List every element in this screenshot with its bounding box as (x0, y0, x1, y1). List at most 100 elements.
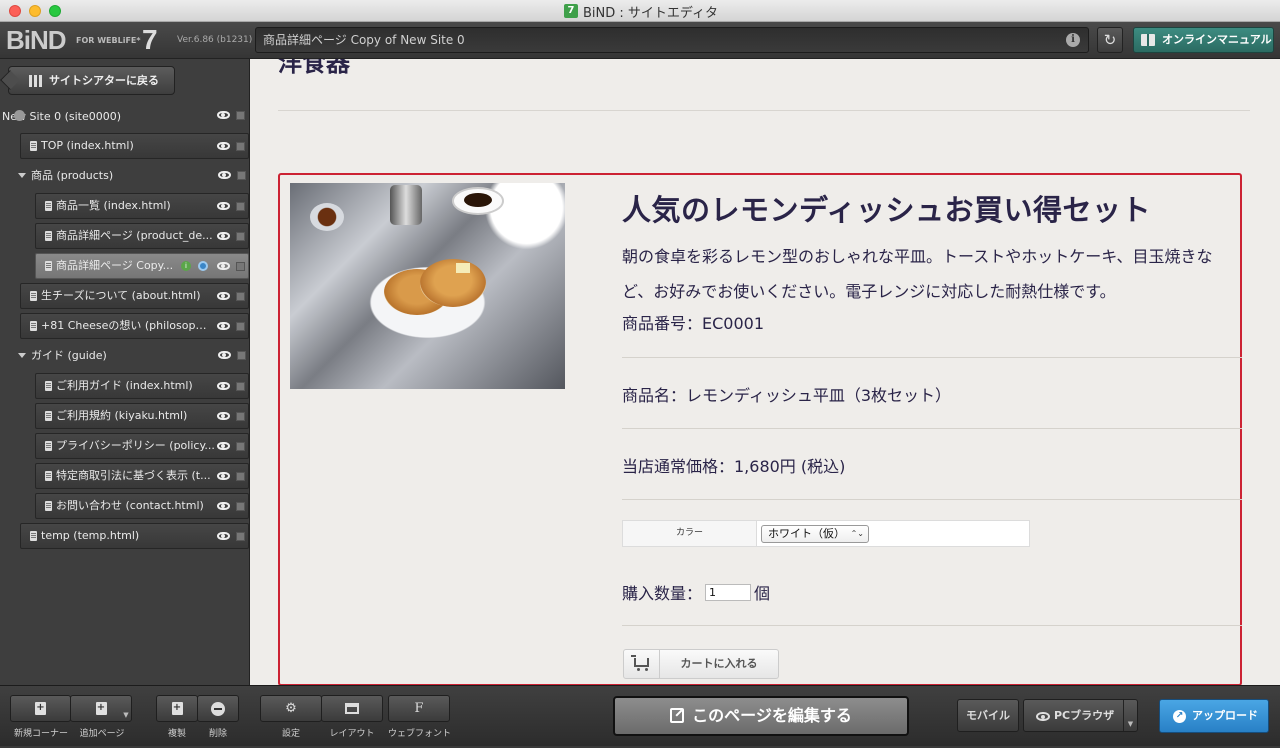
page-preview: 洋食器 人気のレモンディッシュお買い得セット 朝の食卓を彩るレモン型のおしゃれな… (250, 59, 1280, 685)
folder-expand-triangle-icon[interactable] (18, 173, 26, 178)
layout-button[interactable] (321, 695, 383, 722)
zoom-window-button[interactable] (49, 5, 61, 17)
tree-item-products-index[interactable]: 商品一覧 (index.html) (35, 193, 249, 219)
tree-folder-products[interactable]: 商品 (products) (2, 163, 249, 189)
tree-item-product-detail-copy[interactable]: 商品詳細ページ Copy... i (35, 253, 249, 279)
settings-badge-icon (198, 261, 208, 271)
page-path-text: 商品詳細ページ Copy of New Site 0 (263, 33, 465, 47)
row-checkbox[interactable] (236, 412, 245, 421)
mobile-label: モバイル (966, 709, 1010, 722)
tree-item-top[interactable]: TOP (index.html) (20, 133, 249, 159)
visibility-eye-icon[interactable] (217, 532, 230, 540)
site-root-row[interactable]: New Site 0 (site0000) (2, 103, 248, 131)
pc-browser-dropdown-icon[interactable]: ▼ (1123, 700, 1137, 731)
book-icon (1141, 34, 1155, 46)
row-checkbox[interactable] (237, 171, 246, 180)
site-tree-sidebar: サイトシアターに戻る New Site 0 (site0000) TOP (in… (0, 59, 250, 685)
page-icon (45, 261, 52, 271)
upload-button[interactable]: ↗ アップロード (1159, 699, 1269, 733)
selected-product-block[interactable]: 人気のレモンディッシュお買い得セット 朝の食卓を彩るレモン型のおしゃれな平皿。ト… (278, 173, 1242, 685)
upload-icon: ↗ (1173, 710, 1186, 723)
refresh-button[interactable]: ↻ (1097, 27, 1123, 53)
row-checkbox[interactable] (237, 351, 246, 360)
visibility-eye-icon[interactable] (217, 142, 230, 150)
image-coffee-cup (310, 203, 344, 231)
visibility-eye-icon[interactable] (217, 202, 230, 210)
row-checkbox[interactable] (236, 262, 245, 271)
select-arrows-icon: ⌃⌄ (850, 529, 864, 538)
tree-item-contact[interactable]: お問い合わせ (contact.html) (35, 493, 249, 519)
color-select[interactable]: ホワイト（仮） ⌃⌄ (761, 525, 869, 543)
row-checkbox[interactable] (236, 322, 245, 331)
product-name: 商品名：レモンディッシュ平皿（3枚セット） (622, 386, 952, 405)
info-icon[interactable]: i (1066, 33, 1080, 47)
row-checkbox[interactable] (236, 232, 245, 241)
window-title: 7 BiND : サイトエディタ (564, 3, 718, 21)
row-checkbox[interactable] (236, 202, 245, 211)
cart-icon (631, 655, 649, 671)
tree-item-label: TOP (index.html) (41, 139, 134, 152)
visibility-eye-icon[interactable] (217, 442, 230, 450)
webfont-button[interactable]: F (388, 695, 450, 722)
back-to-site-theater-button[interactable]: サイトシアターに戻る (0, 66, 175, 95)
tree-item-label: プライバシーポリシー (policy... (56, 439, 215, 452)
tree-item-kiyaku[interactable]: ご利用規約 (kiyaku.html) (35, 403, 249, 429)
page-icon (45, 381, 52, 391)
pc-browser-button[interactable]: PCブラウザ ▼ (1023, 699, 1138, 732)
tree-item-label: temp (temp.html) (41, 529, 140, 542)
row-checkbox[interactable] (236, 472, 245, 481)
row-checkbox[interactable] (236, 502, 245, 511)
product-image (290, 183, 565, 389)
row-checkbox[interactable] (236, 111, 245, 120)
add-page-label: 追加ページ (79, 729, 125, 739)
visibility-eye-icon[interactable] (217, 502, 230, 510)
row-checkbox[interactable] (236, 442, 245, 451)
visibility-eye-icon[interactable] (217, 382, 230, 390)
edit-this-page-button[interactable]: このページを編集する (613, 696, 909, 736)
visibility-eye-icon[interactable] (218, 171, 231, 179)
row-checkbox[interactable] (236, 292, 245, 301)
tree-item-philosophy[interactable]: +81 Cheeseの想い (philosoph... (20, 313, 249, 339)
tree-item-product-detail[interactable]: 商品詳細ページ (product_de... (35, 223, 249, 249)
visibility-eye-icon[interactable] (217, 262, 230, 270)
row-checkbox[interactable] (236, 382, 245, 391)
visibility-eye-icon[interactable] (217, 322, 230, 330)
tree-item-tokutei[interactable]: 特定商取引法に基づく表示 (t... (35, 463, 249, 489)
quantity-label: 購入数量： (622, 584, 703, 603)
row-checkbox[interactable] (236, 532, 245, 541)
site-status-dot (14, 110, 25, 121)
tree-folder-guide[interactable]: ガイド (guide) (2, 343, 249, 369)
new-corner-button[interactable] (10, 695, 71, 722)
add-page-dropdown-icon[interactable]: ▼ (120, 695, 132, 722)
visibility-eye-icon[interactable] (217, 472, 230, 480)
tree-item-about[interactable]: 生チーズについて (about.html) (20, 283, 249, 309)
eye-icon (1036, 712, 1050, 721)
divider (622, 357, 1242, 358)
online-manual-button[interactable]: オンラインマニュアル (1133, 27, 1274, 53)
edit-icon (670, 708, 685, 723)
tree-item-policy[interactable]: プライバシーポリシー (policy... (35, 433, 249, 459)
visibility-eye-icon[interactable] (217, 292, 230, 300)
delete-label: 削除 (208, 729, 227, 739)
mobile-button[interactable]: モバイル (957, 699, 1019, 732)
visibility-eye-icon[interactable] (217, 412, 230, 420)
minimize-window-button[interactable] (29, 5, 41, 17)
delete-minus-icon (211, 701, 225, 716)
settings-button[interactable]: ⚙ (260, 695, 322, 722)
row-checkbox[interactable] (236, 142, 245, 151)
duplicate-button[interactable] (156, 695, 198, 722)
product-code: 商品番号：EC0001 (622, 314, 765, 333)
webfont-label: ウェブフォント (388, 729, 452, 739)
add-to-cart-button[interactable]: カートに入れる (623, 649, 779, 679)
visibility-eye-icon[interactable] (217, 111, 230, 119)
delete-button[interactable] (197, 695, 239, 722)
page-icon (45, 441, 52, 451)
bottom-toolbar: ▼ 新規コーナー 追加ページ 複製 削除 ⚙ F 設定 レイアウト ウェブフォン… (0, 685, 1280, 746)
tree-item-guide-index[interactable]: ご利用ガイド (index.html) (35, 373, 249, 399)
quantity-input[interactable]: 1 (705, 583, 752, 601)
tree-item-temp[interactable]: temp (temp.html) (20, 523, 249, 549)
visibility-eye-icon[interactable] (218, 351, 231, 359)
folder-expand-triangle-icon[interactable] (18, 353, 26, 358)
close-window-button[interactable] (9, 5, 21, 17)
visibility-eye-icon[interactable] (217, 232, 230, 240)
